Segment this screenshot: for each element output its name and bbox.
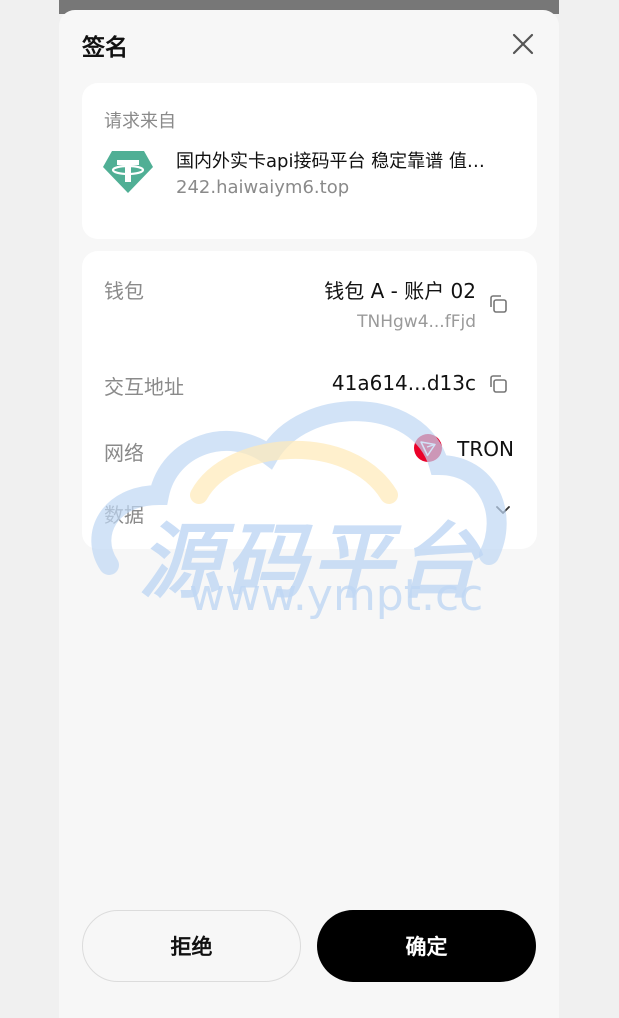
copy-icon[interactable] <box>487 293 509 315</box>
reject-button[interactable]: 拒绝 <box>82 910 301 982</box>
tether-logo-icon <box>103 151 153 193</box>
network-name: TRON <box>457 437 514 461</box>
sheet-title: 签名 <box>82 35 128 61</box>
close-icon[interactable] <box>509 30 537 58</box>
chevron-down-icon[interactable] <box>493 503 513 517</box>
confirm-button[interactable]: 确定 <box>317 910 536 982</box>
data-label: 数据 <box>104 503 144 527</box>
dapp-url: 242.haiwaiym6.top <box>176 177 350 198</box>
wallet-address: TNHgw4...fFjd <box>357 312 476 332</box>
dapp-name: 国内外实卡api接码平台 稳定靠谱 值… <box>176 151 485 172</box>
watermark-url: www.ympt.cc <box>189 570 484 621</box>
wallet-name: 钱包 A - 账户 02 <box>324 279 476 303</box>
copy-icon[interactable] <box>487 373 509 395</box>
contract-address: 41a614...d13c <box>331 371 476 395</box>
wallet-label: 钱包 <box>104 279 144 303</box>
signature-sheet: 签名 请求来自 国内外实卡api接码平台 稳定靠谱 值… 242.haiwaiy… <box>59 10 559 1018</box>
transaction-details-card: 钱包 钱包 A - 账户 02 TNHgw4...fFjd 交互地址 41a61… <box>82 251 537 549</box>
request-source-card: 请求来自 国内外实卡api接码平台 稳定靠谱 值… 242.haiwaiym6.… <box>82 83 537 239</box>
tron-logo-icon <box>414 434 442 462</box>
request-source-label: 请求来自 <box>104 111 176 132</box>
network-label: 网络 <box>104 441 144 465</box>
contract-address-label: 交互地址 <box>104 375 184 399</box>
